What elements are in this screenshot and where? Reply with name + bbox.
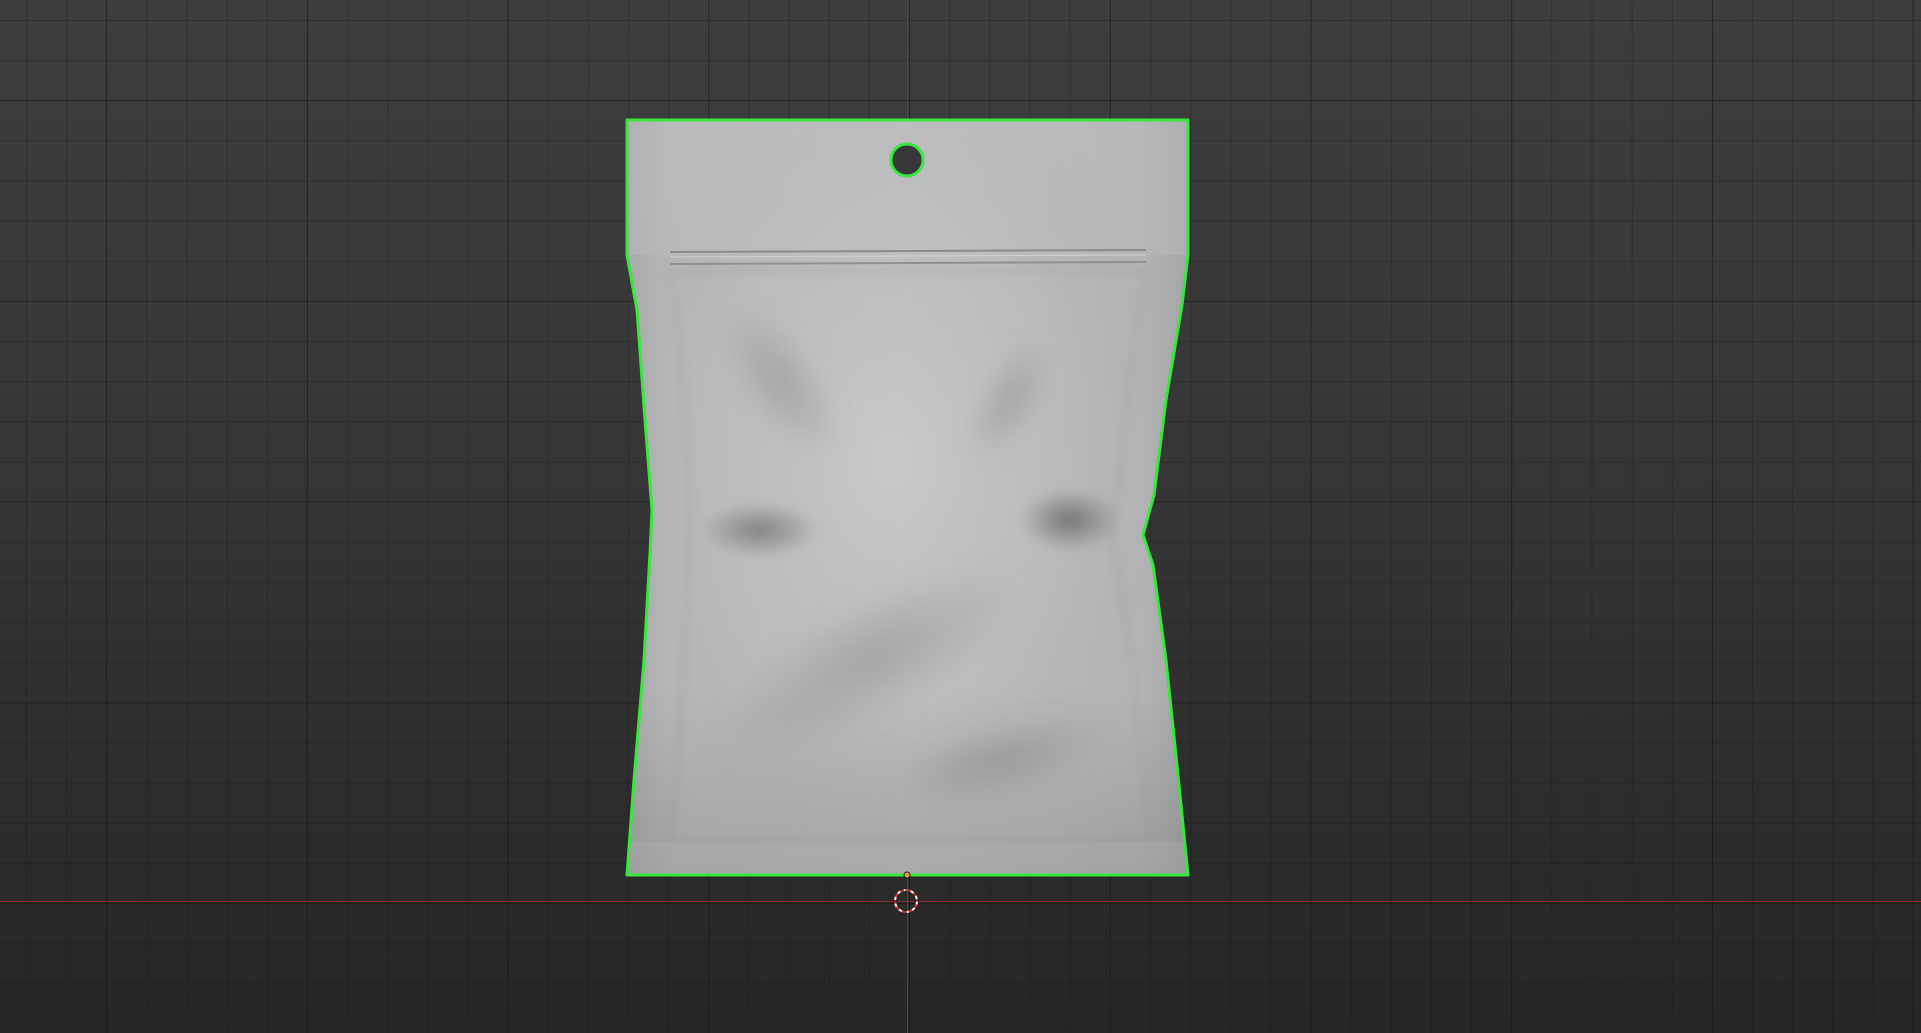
object-origin-icon xyxy=(903,871,911,879)
scene-canvas xyxy=(625,118,1190,879)
3d-viewport[interactable] xyxy=(0,0,1921,1033)
pouch-mesh[interactable] xyxy=(627,120,1188,875)
3d-cursor-icon[interactable] xyxy=(893,888,919,914)
